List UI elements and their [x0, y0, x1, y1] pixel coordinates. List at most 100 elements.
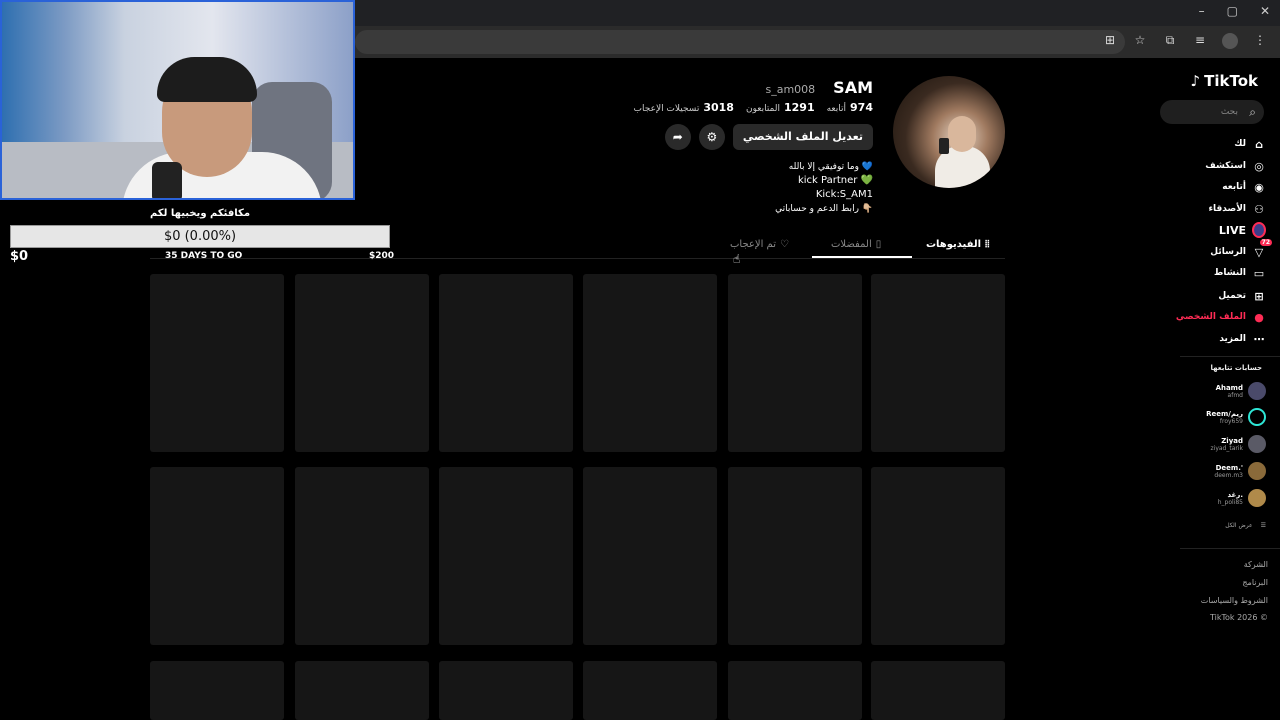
profile-actions: ➦ ⚙ تعديل الملف الشخصي: [664, 124, 873, 150]
nav-upload[interactable]: تحميل ⊞: [1156, 286, 1266, 306]
bookmark-icon: ▯: [875, 238, 882, 250]
video-tile[interactable]: [871, 661, 1005, 720]
video-tile[interactable]: [150, 661, 284, 720]
video-tile[interactable]: [728, 661, 862, 720]
nav-explore[interactable]: استكشف ◎: [1156, 156, 1266, 176]
share-icon: ➦: [672, 130, 683, 144]
video-tile[interactable]: [583, 467, 717, 645]
profile-name-row: s_am008 SAM: [765, 78, 873, 97]
donation-goal-current: $0: [10, 249, 29, 264]
video-grid: [150, 274, 1005, 720]
nav-live[interactable]: LIVE: [1156, 220, 1266, 240]
donation-goal-title: مكافئكم ويخبيها لكم: [149, 208, 251, 219]
translate-icon[interactable]: ⊞: [1102, 33, 1118, 52]
support-links[interactable]: رابط الدعم و حساباتي 👇🏼: [775, 202, 873, 216]
search-input[interactable]: بحث ⌕: [1160, 100, 1264, 124]
footer-copyright: TikTok 2026 ©: [1210, 613, 1268, 622]
list-icon: ☰: [1260, 522, 1266, 529]
avatar: [1248, 462, 1266, 480]
profile-avatar[interactable]: [893, 76, 1005, 188]
video-tile[interactable]: [439, 661, 573, 720]
heart-icon: ♡: [779, 238, 789, 250]
address-bar[interactable]: [355, 30, 1125, 54]
video-tile[interactable]: [295, 467, 429, 645]
nav-profile[interactable]: الملف الشخصي ●: [1156, 307, 1266, 327]
close-button[interactable]: ✕: [1260, 4, 1270, 18]
tab-videos[interactable]: الفيديوهات ⦙⦙: [926, 230, 989, 258]
extensions-icon[interactable]: ⧉: [1162, 33, 1178, 52]
video-tile[interactable]: [150, 274, 284, 452]
see-all-button[interactable]: عرض الكل ☰: [1225, 522, 1266, 529]
mouse-cursor-icon: ☝: [733, 252, 741, 266]
nav-for-you[interactable]: لك ⌂: [1156, 134, 1266, 154]
gear-icon: ⚙: [706, 130, 718, 144]
star-icon[interactable]: ☆: [1132, 33, 1148, 52]
video-tile[interactable]: [295, 274, 429, 452]
donation-goal-days: 35 DAYS TO GO: [165, 251, 243, 261]
video-tile[interactable]: [583, 661, 717, 720]
messages-icon: ▽ 72: [1254, 239, 1272, 259]
tiktok-note-icon: ♪: [1190, 72, 1201, 90]
microphone-icon: [152, 162, 182, 198]
profile-handle: s_am008: [765, 83, 816, 96]
donation-goal-bar: $0 (0.00%): [10, 225, 390, 248]
video-tile[interactable]: [728, 467, 862, 645]
profile-display-name: SAM: [833, 78, 873, 97]
video-tile[interactable]: [871, 274, 1005, 452]
video-tile[interactable]: [871, 467, 1005, 645]
profile-tabs: الفيديوهات ⦙⦙ المفضلات ▯ تم الإعجاب ♡: [700, 230, 1005, 258]
stat-likes: 3018تسجيلات الإعجاب: [633, 101, 734, 114]
profile-avatar-icon[interactable]: [1222, 33, 1238, 52]
upload-icon: ⊞: [1254, 289, 1264, 303]
avatar: [1248, 489, 1266, 507]
menu-icon[interactable]: ⋮: [1252, 33, 1268, 52]
following-heading: حسابات تتابعها: [1210, 364, 1262, 372]
profile-icon: ●: [1254, 310, 1264, 324]
video-tile[interactable]: [150, 467, 284, 645]
video-tile[interactable]: [439, 274, 573, 452]
compass-icon: ◎: [1254, 159, 1264, 173]
donation-goal-target: $200: [369, 251, 395, 261]
tiktok-logo[interactable]: ♪ TikTok: [1191, 72, 1258, 90]
video-tile[interactable]: [583, 274, 717, 452]
footer-link-program[interactable]: البرنامج: [1242, 578, 1268, 587]
grid-icon: ⦙⦙: [985, 238, 990, 250]
avatar: [1248, 382, 1266, 400]
video-tile[interactable]: [728, 274, 862, 452]
followed-account[interactable]: Ziyad ziyad_tarik: [1166, 431, 1266, 457]
nav-following[interactable]: أتابعه ◉: [1156, 177, 1266, 197]
avatar: [1248, 435, 1266, 453]
friends-icon: ⚇: [1254, 202, 1264, 216]
followed-account[interactable]: Deem.' deem.m3: [1166, 458, 1266, 484]
home-icon: ⌂: [1255, 137, 1263, 151]
media-icon[interactable]: ≡: [1192, 33, 1208, 52]
avatar: [1248, 408, 1266, 426]
tiktok-sidebar: ♪ TikTok بحث ⌕ لك ⌂ استكشف ◎ أتابعه ◉ ال…: [1160, 58, 1280, 720]
stat-following[interactable]: 974أتابعه: [827, 101, 873, 114]
settings-button[interactable]: ⚙: [698, 124, 725, 150]
footer-link-terms[interactable]: الشروط والسياسات: [1201, 596, 1268, 605]
followed-account[interactable]: Ahamd afmd: [1166, 378, 1266, 404]
edit-profile-button[interactable]: تعديل الملف الشخصي: [732, 124, 873, 150]
sidebar-divider: [1180, 548, 1280, 549]
nav-activity[interactable]: النشاط ▭: [1156, 263, 1266, 283]
footer-link-company[interactable]: الشركة: [1244, 560, 1268, 569]
followed-account[interactable]: رغد. h_poli85: [1166, 485, 1266, 511]
minimize-button[interactable]: –: [1199, 4, 1205, 18]
window-controls: – ▢ ✕: [1199, 4, 1270, 18]
stat-followers[interactable]: 1291المتابعون: [746, 101, 815, 114]
search-icon: ⌕: [1249, 105, 1256, 119]
share-button[interactable]: ➦: [664, 124, 691, 150]
video-tile[interactable]: [295, 661, 429, 720]
followed-account[interactable]: Reem/ريم froy659: [1166, 404, 1266, 430]
nav-messages[interactable]: الرسائل ▽ 72: [1156, 239, 1272, 262]
profile-stats: 974أتابعه 1291المتابعون 3018تسجيلات الإع…: [634, 101, 873, 114]
webcam-overlay: [0, 0, 355, 200]
maximize-button[interactable]: ▢: [1227, 4, 1238, 18]
messages-badge: 72: [1259, 239, 1272, 246]
tab-favorites[interactable]: المفضلات ▯: [831, 230, 881, 258]
live-icon: [1252, 222, 1266, 238]
video-tile[interactable]: [439, 467, 573, 645]
nav-more[interactable]: المزيد ⋯: [1156, 329, 1266, 349]
nav-friends[interactable]: الأصدقاء ⚇: [1156, 199, 1266, 219]
